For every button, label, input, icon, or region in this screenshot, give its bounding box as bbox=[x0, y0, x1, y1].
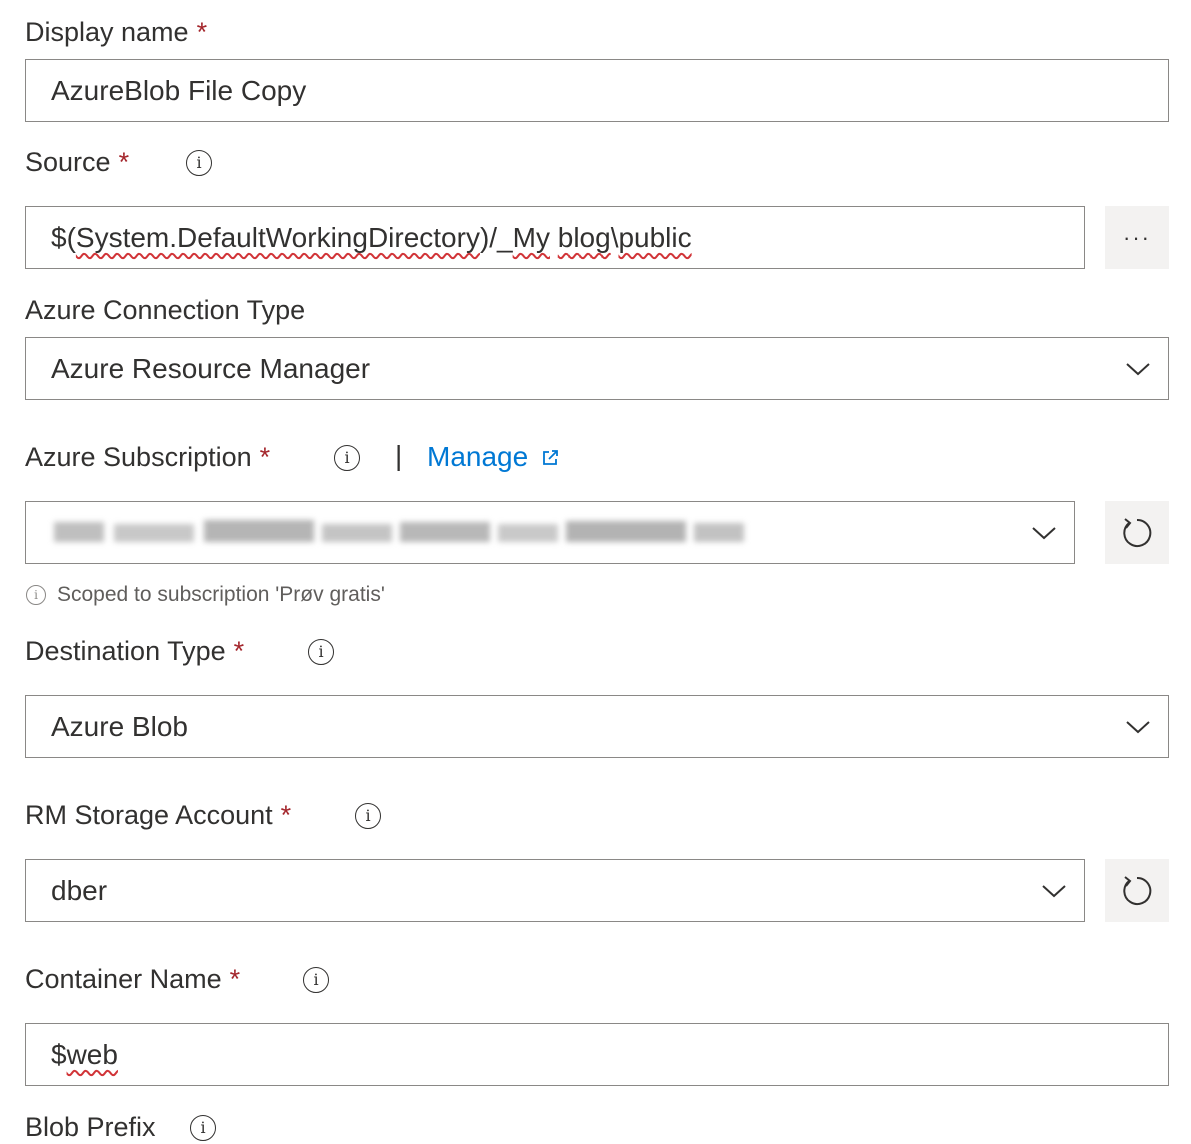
storage-account-dropdown[interactable]: dber bbox=[25, 859, 1085, 922]
destination-type-label: Destination Type * bbox=[25, 634, 244, 668]
container-name-input[interactable]: $ web bbox=[25, 1023, 1169, 1086]
chevron-down-icon bbox=[1108, 338, 1168, 399]
display-name-label: Display name * bbox=[25, 15, 207, 49]
source-label-text: Source bbox=[25, 147, 111, 177]
destination-type-dropdown[interactable]: Azure Blob bbox=[25, 695, 1169, 758]
connection-type-label: Azure Connection Type bbox=[25, 295, 306, 325]
storage-account-label: RM Storage Account * bbox=[25, 798, 291, 832]
required-mark: * bbox=[259, 442, 271, 472]
separator: | bbox=[395, 440, 403, 471]
destination-type-selected: Azure Blob bbox=[51, 710, 188, 742]
refresh-storage-button[interactable] bbox=[1105, 859, 1169, 922]
source-part-misspelled: blog bbox=[557, 221, 611, 253]
container-name-word: web bbox=[66, 1038, 118, 1070]
subscription-hint: Scoped to subscription 'Prøv gratis' bbox=[57, 583, 385, 606]
manage-link[interactable]: Manage bbox=[427, 440, 528, 474]
source-part: \ bbox=[610, 221, 619, 253]
display-name-input[interactable]: AzureBlob File Copy bbox=[25, 59, 1169, 122]
subscription-dropdown[interactable] bbox=[25, 501, 1075, 564]
info-icon[interactable]: i bbox=[308, 639, 334, 665]
required-mark: * bbox=[196, 17, 208, 47]
display-name-value: AzureBlob File Copy bbox=[51, 74, 307, 106]
source-part-misspelled: System.DefaultWorkingDirectory bbox=[75, 221, 480, 253]
refresh-icon bbox=[1123, 875, 1152, 905]
container-name-label-text: Container Name bbox=[25, 964, 222, 994]
info-icon[interactable]: i bbox=[190, 1115, 216, 1141]
browse-button[interactable]: ··· bbox=[1105, 206, 1169, 269]
storage-account-label-text: RM Storage Account bbox=[25, 800, 273, 830]
info-icon[interactable]: i bbox=[186, 150, 212, 176]
required-mark: * bbox=[233, 636, 245, 666]
connection-type-selected: Azure Resource Manager bbox=[51, 352, 371, 384]
source-part-misspelled: My bbox=[512, 221, 550, 253]
info-icon: i bbox=[26, 585, 46, 605]
source-value: $(System.DefaultWorkingDirectory)/_ My bl… bbox=[51, 207, 692, 268]
redacted-subscription-value bbox=[54, 518, 744, 546]
subscription-label: Azure Subscription * bbox=[25, 440, 270, 474]
refresh-icon bbox=[1123, 517, 1152, 547]
manage-link-text: Manage bbox=[427, 441, 529, 472]
display-name-label-text: Display name bbox=[25, 17, 189, 47]
required-mark: * bbox=[118, 147, 130, 177]
source-part bbox=[550, 222, 558, 254]
storage-account-selected: dber bbox=[51, 874, 108, 906]
info-icon[interactable]: i bbox=[334, 445, 360, 471]
blob-prefix-label: Blob Prefix bbox=[25, 1112, 156, 1142]
source-part-misspelled: public bbox=[618, 221, 692, 253]
required-mark: * bbox=[280, 800, 292, 830]
subscription-label-text: Azure Subscription bbox=[25, 442, 252, 472]
info-icon[interactable]: i bbox=[355, 803, 381, 829]
container-name-label: Container Name * bbox=[25, 962, 240, 996]
ellipsis-icon: ··· bbox=[1123, 224, 1151, 250]
container-name-prefix: $ bbox=[51, 1038, 67, 1070]
source-part: $( bbox=[51, 221, 76, 253]
source-input[interactable]: $(System.DefaultWorkingDirectory)/_ My bl… bbox=[25, 206, 1085, 269]
chevron-down-icon bbox=[1024, 860, 1084, 921]
info-icon[interactable]: i bbox=[303, 967, 329, 993]
destination-type-label-text: Destination Type bbox=[25, 636, 226, 666]
connection-type-dropdown[interactable]: Azure Resource Manager bbox=[25, 337, 1169, 400]
source-label: Source * bbox=[25, 145, 129, 179]
container-name-value: $ web bbox=[51, 1024, 118, 1085]
external-link-icon bbox=[541, 448, 561, 468]
required-mark: * bbox=[229, 964, 241, 994]
chevron-down-icon bbox=[1014, 502, 1074, 563]
refresh-subscription-button[interactable] bbox=[1105, 501, 1169, 564]
chevron-down-icon bbox=[1108, 696, 1168, 757]
source-part: )/_ bbox=[479, 221, 513, 253]
